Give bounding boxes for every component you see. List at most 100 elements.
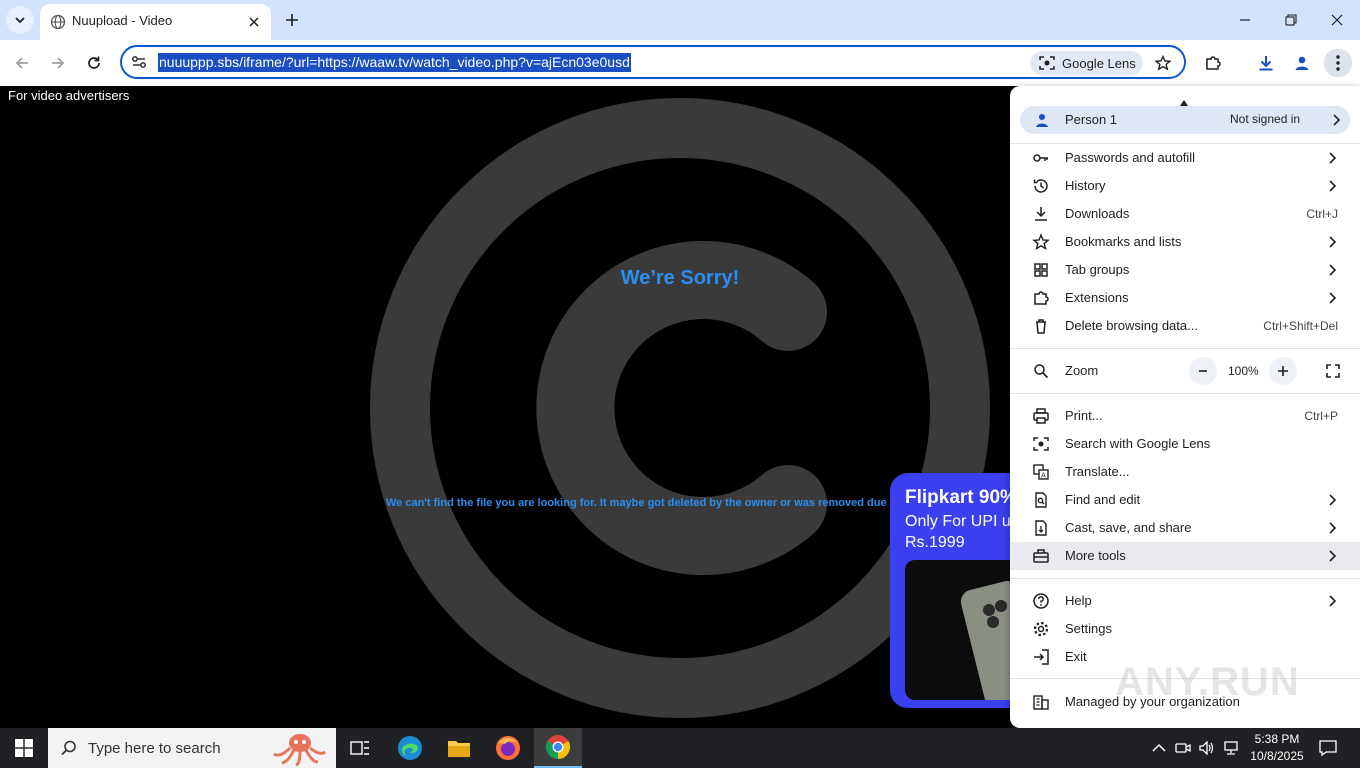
download-icon — [1035, 207, 1047, 221]
network-tray[interactable] — [1221, 738, 1241, 758]
restore-button[interactable] — [1268, 0, 1314, 40]
start-button[interactable] — [0, 728, 48, 768]
meet-now-tray[interactable] — [1173, 738, 1193, 758]
file-explorer-taskbar-app[interactable] — [435, 728, 483, 768]
address-bar[interactable]: nuuuppp.sbs/iframe/?url=https://waaw.tv/… — [120, 45, 1186, 79]
close-icon — [249, 17, 259, 27]
tab-close-button[interactable] — [245, 13, 263, 31]
reload-button[interactable] — [81, 50, 107, 76]
new-tab-button[interactable] — [280, 8, 304, 32]
ad-line-1: Only For UPI u — [905, 513, 1011, 530]
menu-item-find-edit[interactable]: Find and edit — [1010, 486, 1360, 514]
zoom-value: 100% — [1228, 364, 1259, 378]
tab-active[interactable]: Nuupload - Video — [40, 4, 271, 40]
settings-icon — [1033, 621, 1049, 637]
menu-item-history[interactable]: History — [1010, 172, 1360, 200]
firefox-icon — [496, 736, 520, 760]
history-icon — [1033, 179, 1048, 193]
tab-search-button[interactable] — [6, 6, 34, 34]
task-view-button[interactable] — [336, 728, 384, 768]
menu-item-cast-save-share[interactable]: Cast, save, and share — [1010, 514, 1360, 542]
taskbar-search[interactable]: Type here to search — [48, 728, 336, 768]
zoom-in-button[interactable] — [1269, 357, 1297, 385]
menu-separator — [1010, 578, 1360, 579]
menu-item-zoom: Zoom — [1010, 357, 1360, 385]
fullscreen-button[interactable] — [1319, 357, 1347, 385]
plus-icon — [286, 14, 298, 26]
back-button[interactable] — [9, 50, 35, 76]
search-placeholder: Type here to search — [88, 740, 221, 757]
chevron-right-icon — [1329, 550, 1337, 562]
menu-item-google-lens[interactable]: Search with Google Lens — [1010, 430, 1360, 458]
menu-item-extensions[interactable]: Extensions — [1010, 284, 1360, 312]
downloads-button[interactable] — [1253, 50, 1279, 76]
close-window-button[interactable] — [1314, 0, 1360, 40]
menu-item-help[interactable]: Help — [1010, 587, 1360, 615]
chrome-taskbar-app[interactable] — [534, 728, 582, 768]
anyrun-watermark: ANY.RUN — [1115, 660, 1300, 704]
tab-strip: Nuupload - Video — [0, 0, 1360, 40]
print-icon — [1033, 408, 1049, 424]
menu-item-print[interactable]: Print... Ctrl+P — [1010, 402, 1360, 430]
menu-shortcut: Ctrl+Shift+Del — [1263, 319, 1338, 333]
menu-item-settings[interactable]: Settings — [1010, 615, 1360, 643]
menu-item-label: Help — [1065, 593, 1092, 608]
bookmark-star-button[interactable] — [1152, 52, 1174, 74]
google-lens-chip[interactable]: Google Lens — [1030, 51, 1143, 75]
volume-tray[interactable] — [1197, 738, 1217, 758]
menu-item-downloads[interactable]: Downloads Ctrl+J — [1010, 200, 1360, 228]
zoom-icon — [1034, 364, 1049, 379]
profile-row[interactable]: Person 1 Not signed in — [1020, 106, 1350, 134]
menu-item-delete-data[interactable]: Delete browsing data... Ctrl+Shift+Del — [1010, 312, 1360, 340]
chrome-icon — [545, 735, 571, 759]
star-icon — [1032, 233, 1050, 250]
cast-icon — [1035, 520, 1047, 536]
minimize-button[interactable] — [1222, 0, 1268, 40]
taskbar-clock[interactable]: 5:38 PM 10/8/2025 — [1246, 731, 1308, 765]
menu-item-label: More tools — [1065, 548, 1126, 563]
star-icon — [1155, 55, 1171, 71]
error-message: We can't find the file you are looking f… — [386, 497, 906, 509]
svg-text:A: A — [1041, 472, 1046, 480]
zoom-out-button[interactable] — [1189, 357, 1217, 385]
menu-item-label: History — [1065, 178, 1106, 193]
menu-item-label: Cast, save, and share — [1065, 520, 1192, 535]
chrome-menu-button[interactable] — [1324, 49, 1352, 77]
tray-overflow-button[interactable] — [1149, 738, 1169, 758]
key-icon — [1033, 154, 1048, 162]
menu-item-bookmarks[interactable]: Bookmarks and lists — [1010, 228, 1360, 256]
menu-item-tab-groups[interactable]: Tab groups — [1010, 256, 1360, 284]
url-text[interactable]: nuuuppp.sbs/iframe/?url=https://waaw.tv/… — [158, 53, 631, 72]
menu-separator — [1010, 348, 1360, 349]
globe-icon — [50, 14, 66, 30]
arrow-right-icon — [52, 57, 65, 69]
reload-icon — [88, 56, 100, 69]
folder-icon — [448, 741, 470, 757]
notifications-button[interactable] — [1318, 738, 1338, 758]
menu-item-more-tools[interactable]: More tools — [1010, 542, 1360, 570]
site-settings-icon[interactable] — [130, 53, 148, 71]
menu-item-translate[interactable]: A Translate... — [1010, 458, 1360, 486]
profile-button[interactable] — [1289, 50, 1315, 76]
advertiser-link[interactable]: For video advertisers — [8, 88, 129, 103]
ad-title: Flipkart 90% — [905, 487, 1017, 508]
menu-item-label: Passwords and autofill — [1065, 150, 1196, 165]
find-icon — [1035, 492, 1047, 508]
forward-button[interactable] — [45, 50, 71, 76]
firefox-taskbar-app[interactable] — [484, 728, 532, 768]
chevron-right-icon — [1329, 595, 1337, 607]
menu-item-label: Downloads — [1065, 206, 1130, 221]
grid-icon — [1034, 263, 1048, 277]
profile-status: Not signed in — [1230, 112, 1301, 126]
chevron-right-icon — [1329, 152, 1337, 164]
menu-shortcut: Ctrl+P — [1304, 409, 1338, 423]
zoom-label: Zoom — [1065, 363, 1099, 378]
extensions-button[interactable] — [1200, 50, 1226, 76]
menu-item-label: Print... — [1065, 408, 1103, 423]
edge-taskbar-app[interactable] — [386, 728, 434, 768]
profile-name: Person 1 — [1065, 112, 1118, 127]
chevron-right-icon — [1329, 236, 1337, 248]
menu-item-passwords[interactable]: Passwords and autofill — [1010, 144, 1360, 172]
menu-separator — [1010, 393, 1360, 394]
chevron-right-icon — [1329, 522, 1337, 534]
